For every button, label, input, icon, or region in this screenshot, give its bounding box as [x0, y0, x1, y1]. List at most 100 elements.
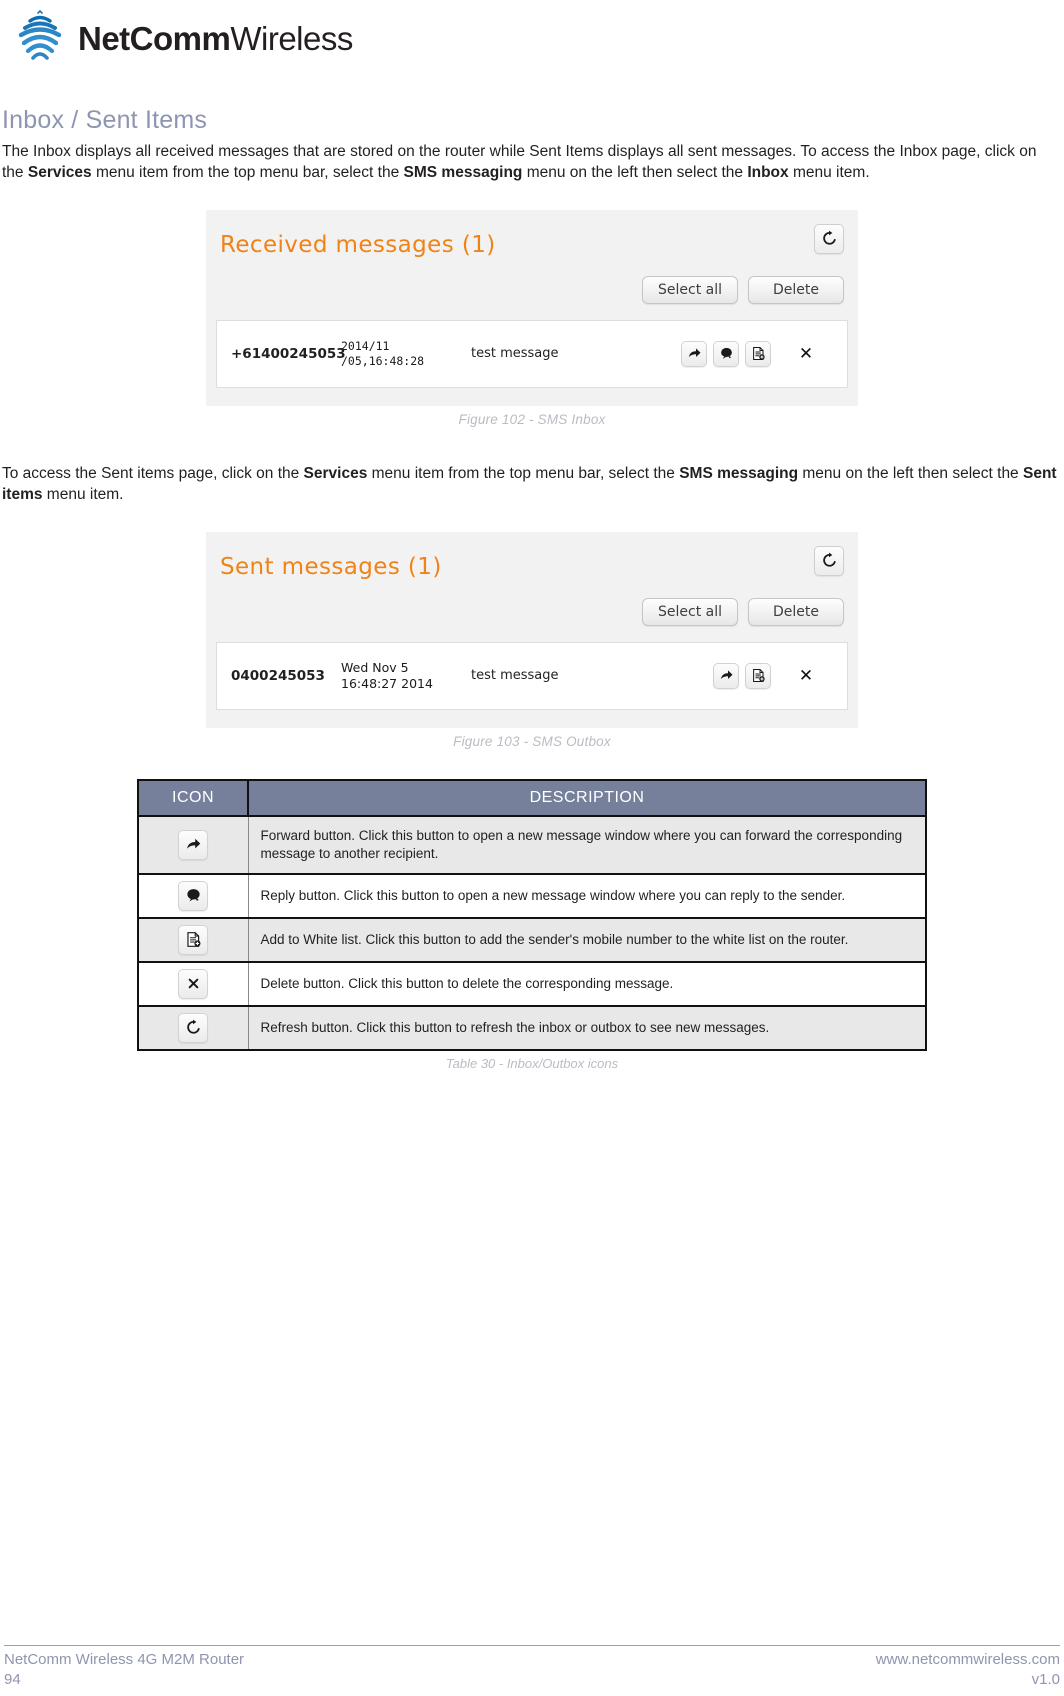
footer-page-number: 94 — [4, 1670, 21, 1688]
outbox-forward-button[interactable] — [713, 662, 739, 689]
paragraph1-text-2: menu item from the top menu bar, select … — [91, 164, 404, 182]
outbox-add-to-whitelist-button[interactable] — [745, 662, 771, 689]
add-to-whitelist-icon — [187, 932, 201, 948]
inbox-message-number: +61400245053 — [231, 345, 346, 362]
refresh-icon — [187, 1020, 200, 1035]
inbox-delete-button[interactable]: Delete — [748, 275, 844, 304]
reply-icon — [187, 889, 200, 902]
outbox-message-date: Wed Nov 5 16:48:27 2014 — [341, 659, 433, 691]
figure-102-caption: Figure 102 - SMS Inbox — [458, 411, 606, 427]
sent-items-paragraph: To access the Sent items page, click on … — [2, 463, 1062, 506]
outbox-action-buttons: Select all Delete — [206, 586, 858, 642]
inbox-message-date: 2014/11 /05,16:48:28 — [341, 339, 425, 368]
footer-left: NetComm Wireless 4G M2M Router 94 — [4, 1650, 244, 1691]
received-messages-panel: Received messages (1) Select all Delete … — [206, 209, 858, 406]
outbox-figure: Sent messages (1) Select all Delete 0400… — [2, 531, 1062, 749]
inbox-panel-footer — [206, 388, 858, 406]
outbox-message-number: 0400245053 — [231, 667, 325, 684]
reply-icon — [720, 348, 732, 359]
outbox-select-all-button[interactable]: Select all — [642, 597, 738, 626]
footer-divider — [4, 1644, 1060, 1646]
add-to-whitelist-icon — [752, 668, 765, 683]
inbox-figure: Received messages (1) Select all Delete … — [2, 209, 1062, 427]
column-header-description: DESCRIPTION — [248, 779, 926, 817]
reply-button-sample — [178, 880, 209, 911]
refresh-icon — [822, 230, 836, 245]
paragraph1-bold-inbox: Inbox — [747, 164, 789, 182]
inbox-forward-button[interactable] — [681, 340, 707, 367]
inbox-add-to-whitelist-button[interactable] — [745, 340, 771, 367]
paragraph2-bold-sms-messaging: SMS messaging — [679, 464, 799, 482]
page-header: NetCommWireless — [0, 0, 1064, 68]
add-to-whitelist-icon — [752, 347, 765, 361]
description-refresh: Refresh button. Click this button to ref… — [248, 1005, 926, 1050]
footer-product-name: NetComm Wireless 4G M2M Router — [4, 1650, 245, 1668]
delete-button-sample — [178, 968, 209, 999]
brand-wordmark: NetCommWireless — [78, 22, 353, 55]
table-row: Reply button. Click this button to open … — [138, 873, 926, 919]
table-30-caption: Table 30 - Inbox/Outbox icons — [445, 1055, 619, 1071]
page-title: Inbox / Sent Items — [2, 106, 208, 134]
outbox-panel-footer — [206, 710, 858, 728]
add-to-whitelist-button-sample — [178, 924, 209, 955]
table-row[interactable]: +61400245053 2014/11 /05,16:48:28 test m… — [217, 321, 847, 387]
sent-messages-panel: Sent messages (1) Select all Delete 0400… — [206, 531, 858, 728]
outbox-message-list: 0400245053 Wed Nov 5 16:48:27 2014 test … — [216, 641, 848, 710]
description-delete: Delete button. Click this button to dele… — [248, 961, 926, 1007]
paragraph1-text-3: menu on the left then select the — [522, 164, 748, 182]
description-forward: Forward button. Click this button to ope… — [248, 815, 926, 875]
inbox-select-all-button[interactable]: Select all — [642, 275, 738, 304]
inbox-refresh-button[interactable] — [814, 223, 844, 254]
paragraph2-bold-services: Services — [303, 464, 368, 482]
table-row: Refresh button. Click this button to ref… — [138, 1005, 926, 1050]
inbox-message-text: test message — [471, 346, 559, 362]
outbox-message-actions — [713, 662, 771, 689]
forward-icon — [720, 670, 732, 680]
footer-content: NetComm Wireless 4G M2M Router 94 www.ne… — [4, 1650, 1060, 1691]
inbox-reply-button[interactable] — [713, 340, 739, 367]
icon-cell-forward — [138, 815, 249, 875]
refresh-icon — [822, 552, 836, 567]
refresh-button-sample — [178, 1012, 209, 1043]
icon-cell-delete — [138, 961, 249, 1007]
table-row: Add to White list. Click this button to … — [138, 917, 926, 963]
table-row: Forward button. Click this button to ope… — [138, 815, 926, 875]
forward-icon — [688, 348, 700, 358]
inbox-message-delete-button[interactable]: ✕ — [771, 344, 841, 364]
icon-reference-table: ICON DESCRIPTION Forward button. Click t… — [137, 778, 927, 1051]
column-header-icon: ICON — [138, 779, 249, 817]
description-reply: Reply button. Click this button to open … — [248, 873, 926, 919]
table-row[interactable]: 0400245053 Wed Nov 5 16:48:27 2014 test … — [217, 643, 847, 709]
paragraph1-text-4: menu item. — [788, 164, 870, 182]
outbox-delete-button[interactable]: Delete — [748, 597, 844, 626]
outbox-message-text: test message — [471, 668, 559, 683]
intro-paragraph: The Inbox displays all received messages… — [2, 141, 1062, 184]
icon-cell-whitelist — [138, 917, 249, 963]
table-header-row: ICON DESCRIPTION — [138, 779, 926, 817]
forward-icon — [186, 838, 201, 849]
netcomm-logo-icon — [8, 10, 72, 66]
icon-cell-reply — [138, 873, 249, 919]
outbox-message-delete-button[interactable]: ✕ — [771, 666, 841, 686]
icon-cell-refresh — [138, 1005, 249, 1050]
forward-button-sample — [178, 829, 209, 860]
page-footer: NetComm Wireless 4G M2M Router 94 www.ne… — [0, 1644, 1064, 1691]
figure-103-caption: Figure 103 - SMS Outbox — [453, 733, 611, 749]
inbox-message-list: +61400245053 2014/11 /05,16:48:28 test m… — [216, 319, 848, 388]
paragraph2-text-2: menu item from the top menu bar, select … — [367, 464, 680, 482]
paragraph2-text-3: menu on the left then select the — [798, 464, 1023, 482]
outbox-panel-title: Sent messages (1) — [220, 553, 442, 580]
brand-name-bold: NetComm — [78, 19, 231, 57]
outbox-refresh-button[interactable] — [814, 545, 844, 576]
table-row: Delete button. Click this button to dele… — [138, 961, 926, 1007]
page-content: Inbox / Sent Items The Inbox displays al… — [0, 106, 1064, 1071]
icon-reference-table-wrapper: ICON DESCRIPTION Forward button. Click t… — [137, 778, 927, 1071]
paragraph2-text-4: menu item. — [42, 486, 124, 504]
paragraph2-text-1: To access the Sent items page, click on … — [2, 464, 304, 482]
footer-version: v1.0 — [1031, 1670, 1060, 1688]
footer-right: www.netcommwireless.com v1.0 — [876, 1650, 1060, 1691]
inbox-action-buttons: Select all Delete — [206, 264, 858, 320]
paragraph1-bold-services: Services — [27, 164, 92, 182]
close-icon — [188, 979, 199, 989]
outbox-panel-header: Sent messages (1) — [206, 532, 858, 586]
